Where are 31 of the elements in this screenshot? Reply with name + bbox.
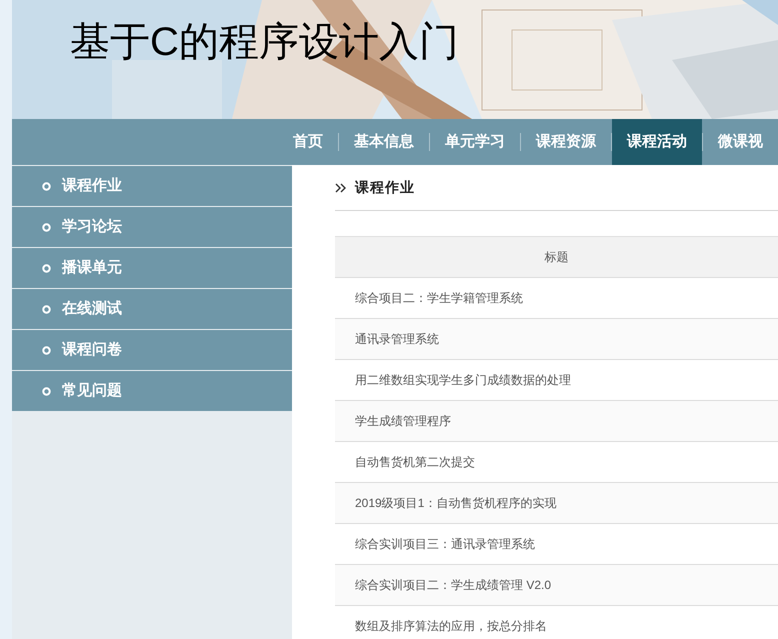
table-cell[interactable]: 用二维数组实现学生多门成绩数据的处理 xyxy=(355,371,571,389)
ring-bullet-icon xyxy=(42,182,51,190)
ring-bullet-icon xyxy=(42,222,51,232)
table-cell[interactable]: 综合实训项目二：学生成绩管理 V2.0 xyxy=(355,576,552,594)
sidebar-item[interactable]: 常见问题 xyxy=(12,371,292,411)
table-cell[interactable]: 自动售货机第二次提交 xyxy=(355,453,475,471)
sidebar-item[interactable]: 在线测试 xyxy=(12,289,292,329)
section-title: 课程作业 xyxy=(355,178,415,197)
sidebar-item[interactable]: 播课单元 xyxy=(12,248,292,288)
column-header: 标题 xyxy=(544,249,568,266)
nav-tab[interactable]: 课程资源 xyxy=(521,119,611,165)
site-title: 基于C的程序设计入门 xyxy=(70,20,459,64)
double-chevron-icon xyxy=(335,182,346,192)
nav-tab[interactable]: 基本信息 xyxy=(339,119,429,165)
sidebar-item[interactable]: 课程问卷 xyxy=(12,330,292,370)
nav-tab[interactable]: 首页 xyxy=(278,119,338,165)
nav-tab[interactable]: 微课视 xyxy=(703,119,778,165)
table-cell[interactable]: 通讯录管理系统 xyxy=(355,330,439,348)
table-cell[interactable]: 2019级项目1：自动售货机程序的实现 xyxy=(355,494,556,512)
ring-bullet-icon xyxy=(42,346,51,354)
table-cell[interactable]: 综合项目二：学生学籍管理系统 xyxy=(355,289,523,307)
nav-tab[interactable]: 单元学习 xyxy=(430,119,520,165)
sidebar-item[interactable]: 学习论坛 xyxy=(12,207,292,247)
table-cell[interactable]: 综合实训项目三：通讯录管理系统 xyxy=(355,535,535,553)
table-cell[interactable]: 学生成绩管理程序 xyxy=(355,412,451,430)
nav-tab[interactable]: 课程活动 xyxy=(612,119,702,165)
ring-bullet-icon xyxy=(42,264,51,272)
sidebar-item[interactable]: 课程作业 xyxy=(12,166,292,206)
table-cell[interactable]: 数组及排序算法的应用，按总分排名 xyxy=(355,617,547,635)
ring-bullet-icon xyxy=(42,304,51,314)
ring-bullet-icon xyxy=(42,386,51,396)
